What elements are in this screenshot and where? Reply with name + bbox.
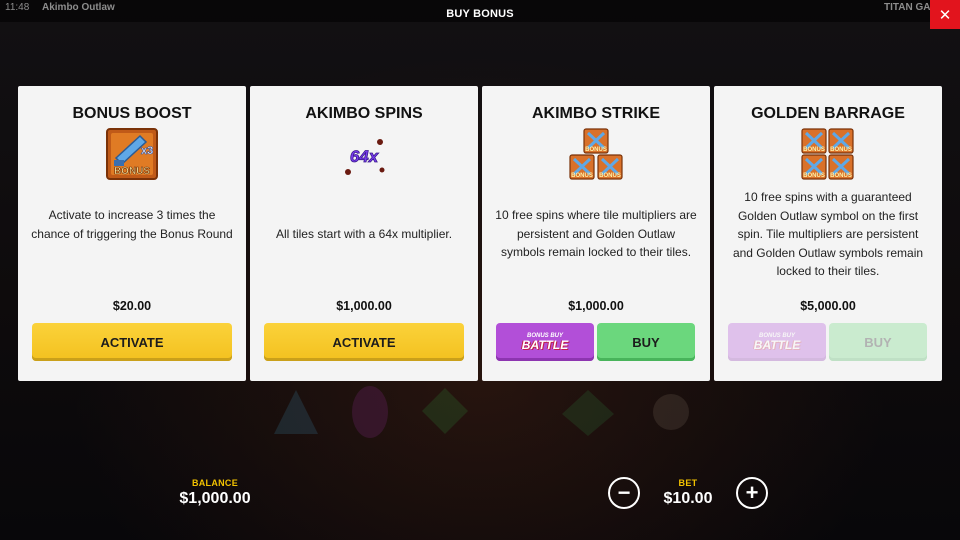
bonus-cards: BONUS BOOST x3 BONUS Activate to increas… — [18, 86, 942, 381]
bonus-buy-battle-button[interactable]: BONUS BUY BATTLE — [496, 323, 594, 361]
balance-label: BALANCE — [191, 478, 239, 488]
plus-icon: + — [745, 480, 759, 505]
bonus-buy-battle-button[interactable]: BONUS BUY BATTLE — [728, 323, 826, 361]
svg-text:BONUS: BONUS — [830, 147, 852, 153]
card-akimbo-strike: AKIMBO STRIKE BONUS BONUS BONUS 10 free … — [482, 86, 710, 381]
minus-icon: − — [617, 480, 631, 505]
bg-leaf-symbol — [562, 390, 614, 436]
card-golden-barrage: GOLDEN BARRAGE BONUS BONUS BONUS BONUS 1… — [714, 86, 942, 381]
svg-text:BONUS: BONUS — [803, 173, 825, 179]
bet-display: BET $10.00 — [648, 478, 728, 508]
bg-triangle-symbol — [274, 390, 318, 434]
card-description: 10 free spins where tile multipliers are… — [495, 208, 697, 259]
bg-gem-purple — [352, 386, 388, 438]
increase-bet-button[interactable]: + — [736, 477, 768, 509]
battle-logo-big: BATTLE — [521, 338, 569, 352]
card-title: GOLDEN BARRAGE — [751, 105, 905, 122]
bg-skull-symbol — [653, 394, 689, 430]
card-description: 10 free spins with a guaranteed Golden O… — [732, 190, 924, 278]
bet-label: BET — [678, 478, 698, 488]
card-price: $1,000.00 — [568, 299, 624, 313]
card-title: AKIMBO STRIKE — [532, 105, 660, 122]
card-title: BONUS BOOST — [72, 105, 192, 122]
svg-text:x3: x3 — [141, 145, 153, 157]
svg-text:BONUS: BONUS — [599, 173, 621, 179]
multiplier-64x-icon: 64x — [345, 139, 385, 175]
buy-button[interactable]: BUY — [829, 323, 927, 361]
bg-gem-green — [422, 388, 468, 434]
modal-title: BUY BONUS — [446, 8, 514, 20]
close-icon: ✕ — [938, 6, 952, 24]
balance-value: $1,000.00 — [179, 490, 251, 507]
card-description: Activate to increase 3 times the chance … — [31, 208, 233, 241]
balance-display: BALANCE $1,000.00 — [160, 478, 270, 508]
svg-text:BONUS: BONUS — [571, 173, 593, 179]
buy-button[interactable]: BUY — [597, 323, 695, 361]
card-price: $1,000.00 — [336, 299, 392, 313]
activate-button[interactable]: ACTIVATE — [264, 323, 464, 361]
battle-logo: BONUS BUY BATTLE — [522, 333, 568, 351]
battle-logo: BONUS BUY BATTLE — [754, 333, 800, 351]
svg-text:BONUS: BONUS — [114, 166, 150, 177]
svg-text:BONUS: BONUS — [830, 173, 852, 179]
svg-text:64x: 64x — [350, 147, 380, 166]
decrease-bet-button[interactable]: − — [608, 477, 640, 509]
svg-text:BONUS: BONUS — [585, 147, 607, 153]
card-price: $20.00 — [112, 299, 152, 313]
three-bonus-tiles-icon: BONUS BONUS BONUS — [569, 128, 623, 180]
close-button[interactable]: ✕ — [930, 0, 960, 29]
bonus-boost-icon: x3 BONUS — [106, 128, 158, 180]
battle-logo-big: BATTLE — [753, 338, 801, 352]
card-bonus-boost: BONUS BOOST x3 BONUS Activate to increas… — [18, 86, 246, 381]
svg-text:BONUS: BONUS — [803, 147, 825, 153]
card-title: AKIMBO SPINS — [305, 105, 423, 122]
four-bonus-tiles-icon: BONUS BONUS BONUS BONUS — [801, 128, 854, 180]
card-akimbo-spins: AKIMBO SPINS 64x All tiles start with a … — [250, 86, 478, 381]
card-description: All tiles start with a 64x multiplier. — [275, 227, 453, 241]
bet-value: $10.00 — [663, 490, 713, 507]
activate-button[interactable]: ACTIVATE — [32, 323, 232, 361]
card-price: $5,000.00 — [800, 299, 856, 313]
